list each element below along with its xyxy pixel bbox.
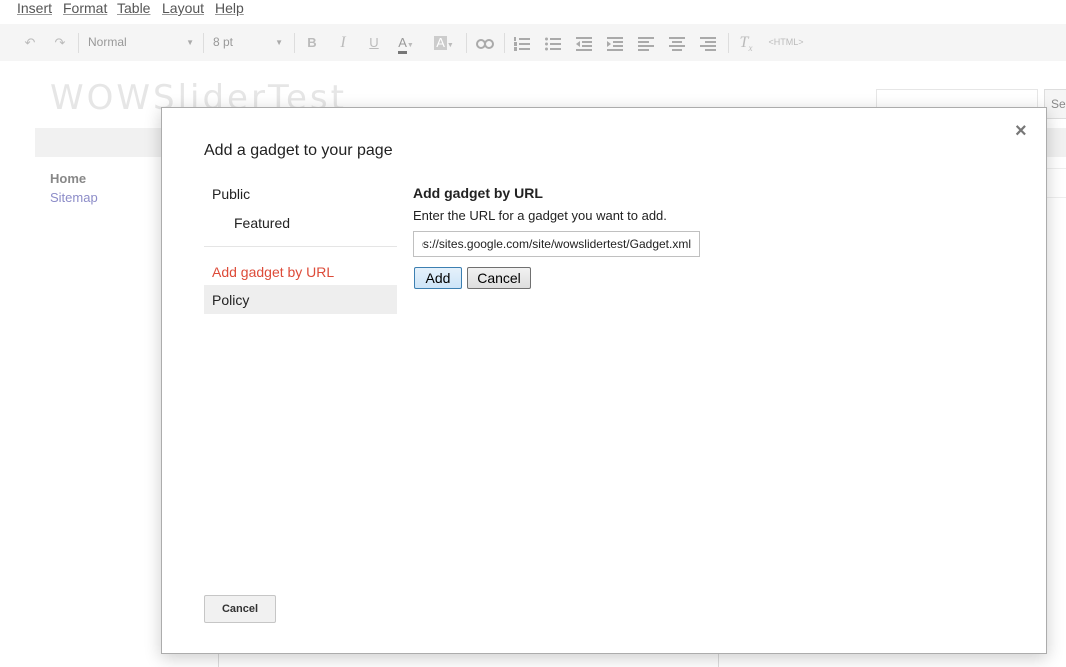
close-icon[interactable]: × xyxy=(1015,120,1027,143)
toolbar-divider xyxy=(78,33,79,53)
category-public[interactable]: Public xyxy=(212,186,250,202)
category-add-by-url[interactable]: Add gadget by URL xyxy=(212,264,334,280)
size-select[interactable]: 8 pt ▼ xyxy=(213,24,283,61)
redo-icon[interactable]: ↷ xyxy=(50,24,70,61)
add-gadget-dialog: × Add a gadget to your page Public Featu… xyxy=(161,107,1047,654)
dialog-cancel-button[interactable]: Cancel xyxy=(204,595,276,623)
menu-table[interactable]: Table xyxy=(117,0,150,16)
align-right-icon[interactable] xyxy=(698,24,718,61)
nav-sitemap[interactable]: Sitemap xyxy=(50,190,98,205)
chevron-down-icon: ▼ xyxy=(186,38,194,47)
link-icon[interactable] xyxy=(474,24,496,61)
toolbar-divider xyxy=(504,33,505,53)
indent-icon[interactable] xyxy=(605,24,625,61)
site-search-button[interactable]: Se xyxy=(1044,89,1066,119)
outdent-icon[interactable] xyxy=(574,24,594,61)
page-canvas-edge xyxy=(218,652,719,667)
highlight-color-icon[interactable]: A ▼ xyxy=(432,24,456,61)
underline-icon[interactable]: U xyxy=(366,24,382,61)
category-policy[interactable]: Policy xyxy=(204,285,397,314)
category-policy-label: Policy xyxy=(212,292,250,308)
size-select-value: 8 pt xyxy=(213,35,234,49)
nav-home[interactable]: Home xyxy=(50,171,86,186)
toolbar-divider xyxy=(203,33,204,53)
italic-icon[interactable]: I xyxy=(335,24,351,61)
menu-layout[interactable]: Layout xyxy=(162,0,204,16)
chevron-down-icon: ▼ xyxy=(275,38,283,47)
bold-icon[interactable]: B xyxy=(304,24,320,61)
style-select[interactable]: Normal ▼ xyxy=(88,24,194,61)
clear-formatting-icon[interactable]: Tx xyxy=(736,24,756,61)
html-button[interactable]: <HTML> xyxy=(766,24,806,61)
category-divider xyxy=(204,246,397,247)
numbered-list-icon[interactable] xyxy=(512,24,532,61)
panel-description: Enter the URL for a gadget you want to a… xyxy=(413,208,667,223)
toolbar-divider xyxy=(466,33,467,53)
menu-insert[interactable]: Insert xyxy=(17,0,52,16)
text-color-icon[interactable]: A▼ xyxy=(394,24,418,61)
cancel-button[interactable]: Cancel xyxy=(467,267,531,289)
toolbar-divider xyxy=(294,33,295,53)
add-button[interactable]: Add xyxy=(414,267,462,289)
toolbar-divider xyxy=(728,33,729,53)
menu-format[interactable]: Format xyxy=(63,0,107,16)
style-select-value: Normal xyxy=(88,35,127,49)
bulleted-list-icon[interactable] xyxy=(543,24,563,61)
dialog-title: Add a gadget to your page xyxy=(204,142,393,159)
category-featured[interactable]: Featured xyxy=(234,215,290,231)
menu-bar: Insert Format Table Layout Help xyxy=(0,0,1066,22)
align-left-icon[interactable] xyxy=(636,24,656,61)
gadget-url-input[interactable] xyxy=(413,231,700,257)
undo-icon[interactable]: ↶ xyxy=(20,24,40,61)
panel-title: Add gadget by URL xyxy=(413,185,543,201)
align-center-icon[interactable] xyxy=(667,24,687,61)
menu-help[interactable]: Help xyxy=(215,0,244,16)
site-side-divider xyxy=(1046,168,1066,229)
editor-toolbar: ↶ ↷ Normal ▼ 8 pt ▼ B I U A▼ A ▼ Tx <HTM… xyxy=(0,24,1066,61)
